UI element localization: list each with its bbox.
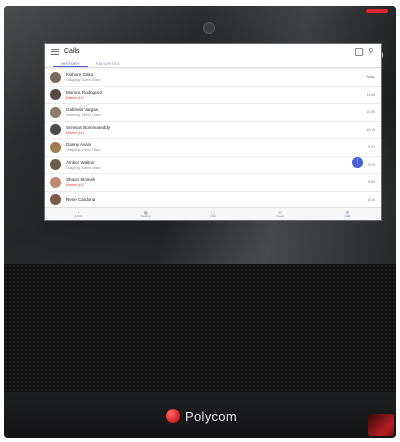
tab-bar: HISTORY FAVORITES [45,59,381,68]
call-time: 11:05 [366,92,375,97]
call-text: Monica Rodriguez Missed (x1) [66,90,367,101]
call-text: Rene Cardona [66,197,368,203]
call-text: Amber Walton Outgoing, 10min 45sec [66,160,368,171]
brand-name: Polycom [185,408,237,424]
polycom-logo-icon [166,409,180,423]
avatar [50,124,61,136]
nav-item-chat[interactable]: ▢ Chat [179,208,246,220]
call-time: 10:40 [366,110,376,115]
polycom-phone: ⊘ + − Calls ⋮⋮ ⚲ HISTORY FAVORITES Kisho… [4,6,396,438]
red-accent-corner [368,414,394,436]
tab-history[interactable]: HISTORY [53,59,89,67]
nav-label: Calls [344,215,351,218]
nav-item-meetings[interactable]: ▦ Meetings [112,208,179,220]
nav-label: Chat [210,215,216,218]
avatar [50,194,61,206]
call-name: Rene Cardona [66,196,96,202]
call-detail: Outgoing, 10min 45sec [66,165,101,170]
call-row[interactable]: Kishore Gaku Outgoing, 10min 30sec Today [45,69,381,87]
search-icon[interactable]: ⚲ [367,48,375,56]
avatar [50,141,61,153]
call-row[interactable]: Gabriela Vargas Incoming, 15min 10sec 10:4… [45,104,381,122]
call-row[interactable]: Srinivas Bommareddy Missed (x1) 10:15 [45,122,381,139]
call-text: Kishore Gaku Outgoing, 10min 30sec [66,72,366,83]
call-time: 8:50 [368,180,375,185]
speaker-grille [4,264,396,392]
call-detail: Outgoing, 10min 15sec [66,148,101,152]
tab-favorites[interactable]: FAVORITES [88,59,128,67]
bottom-nav: ◔ Activity ▦ Meetings ▢ Chat ☷ People ✆ Calls [45,207,381,220]
avatar [50,89,61,101]
nav-item-calls[interactable]: ✆ Calls [314,208,381,220]
call-time: 9:31 [368,145,375,150]
avatar [50,176,61,188]
nav-item-people[interactable]: ☷ People [247,208,314,220]
hamburger-menu-icon[interactable] [51,48,59,55]
call-time: 10:15 [366,127,376,132]
call-row[interactable]: Amber Walton Outgoing, 10min 45sec 9:20 [45,157,381,174]
dialpad-fab-button[interactable]: ⋮ [352,157,363,168]
call-text: Danny Avani Outgoing, 10min 15sec [66,142,368,153]
call-text: Shauri Slomek Missed (x1) [66,177,368,188]
call-detail: Outgoing, 10min 30sec [66,78,101,82]
avatar [50,71,61,83]
dialpad-icon[interactable]: ⋮⋮ [355,47,366,56]
call-time: Today [365,75,375,80]
call-detail: Missed (x1) [66,183,84,187]
brand: Polycom [166,406,237,426]
call-time: 9:20 [368,162,375,167]
touch-screen: Calls ⋮⋮ ⚲ HISTORY FAVORITES Kishore Gak… [44,43,382,221]
call-detail: Incoming, 15min 10sec [66,113,101,117]
avatar [50,159,61,171]
call-row[interactable]: Danny Avani Outgoing, 10min 15sec 9:31 [45,139,381,157]
nav-item-activity[interactable]: ◔ Activity [45,208,112,220]
call-row[interactable]: Shauri Slomek Missed (x1) 8:50 [45,174,381,192]
nav-label: Activity [74,215,83,218]
camera-lens [203,22,215,34]
call-detail: Missed (x1) [66,130,84,135]
nav-label: Meetings [140,215,152,218]
call-text: Srinivas Bommareddy Missed (x1) [66,125,367,136]
call-detail: Missed (x1) [66,95,84,100]
status-led [366,9,388,13]
call-time: 8:10 [368,197,375,202]
call-text: Gabriela Vargas Incoming, 15min 10sec [66,107,367,118]
call-row[interactable]: Monica Rodriguez Missed (x1) 11:05 [45,87,381,104]
call-history-list: Kishore Gaku Outgoing, 10min 30sec Today Mo… [45,69,381,209]
avatar [50,106,61,118]
app-header: Calls ⋮⋮ ⚲ [45,44,381,59]
nav-label: People [276,215,285,218]
page-title: Calls [64,48,80,55]
